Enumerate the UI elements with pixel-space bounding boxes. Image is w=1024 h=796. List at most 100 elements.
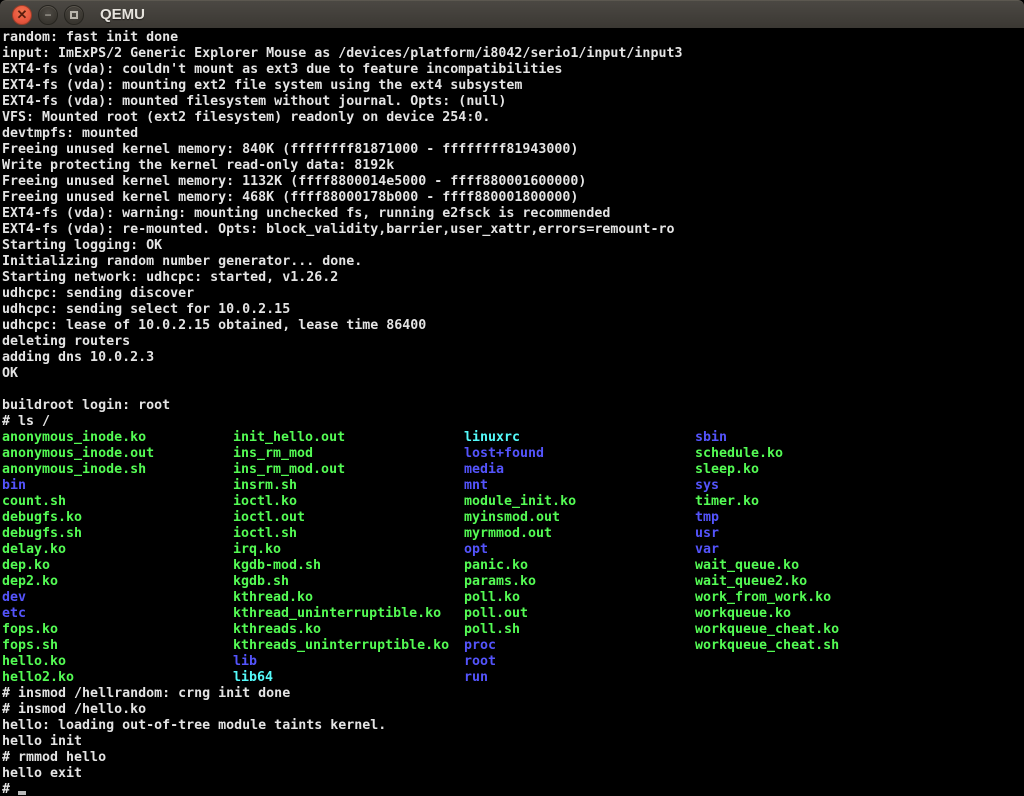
ls-entry-file: irq.ko [233,542,464,558]
maximize-icon [70,11,78,19]
terminal-line: Starting network: udhcpc: started, v1.26… [2,270,1024,286]
terminal-line: udhcpc: sending discover [2,286,1024,302]
terminal-line: EXT4-fs (vda): warning: mounting uncheck… [2,206,1024,222]
shell-log: # insmod /hellrandom: crng init done# in… [2,686,1024,782]
terminal-line [2,382,1024,398]
terminal-line: adding dns 10.0.2.3 [2,350,1024,366]
terminal-line: random: fast init done [2,30,1024,46]
ls-entry-file: workqueue.ko [695,606,839,622]
ls-entry-dir: run [464,670,695,686]
ls-entry-file: kgdb.sh [233,574,464,590]
ls-entry-file: fops.sh [2,638,233,654]
ls-entry-dir: usr [695,526,839,542]
minimize-button[interactable]: − [38,5,58,25]
terminal-line: deleting routers [2,334,1024,350]
ls-entry-file: ins_rm_mod.out [233,462,464,478]
terminal-line: input: ImExPS/2 Generic Explorer Mouse a… [2,46,1024,62]
terminal-line: udhcpc: sending select for 10.0.2.15 [2,302,1024,318]
ls-column: anonymous_inode.koanonymous_inode.outano… [2,430,233,686]
terminal-line: Write protecting the kernel read-only da… [2,158,1024,174]
ls-entry-dir: opt [464,542,695,558]
terminal-line: hello: loading out-of-tree module taints… [2,718,1024,734]
ls-entry-file: delay.ko [2,542,233,558]
ls-entry-file: schedule.ko [695,446,839,462]
ls-entry-file: sleep.ko [695,462,839,478]
ls-entry-file: myinsmod.out [464,510,695,526]
terminal-line: OK [2,366,1024,382]
terminal-line: Starting logging: OK [2,238,1024,254]
ls-entry-file: anonymous_inode.out [2,446,233,462]
ls-entry-file: ioctl.ko [233,494,464,510]
ls-entry-dir: var [695,542,839,558]
shell-prompt: # [2,782,18,796]
ls-entry-file: kthreads.ko [233,622,464,638]
qemu-window: ✕ − QEMU random: fast init doneinput: Im… [0,0,1024,796]
ls-entry-file: poll.ko [464,590,695,606]
ls-entry-file: module_init.ko [464,494,695,510]
terminal-line: Freeing unused kernel memory: 468K (ffff… [2,190,1024,206]
terminal-line: Initializing random number generator... … [2,254,1024,270]
terminal-line: hello exit [2,766,1024,782]
text-cursor [18,791,26,795]
terminal-screen[interactable]: random: fast init doneinput: ImExPS/2 Ge… [0,28,1024,796]
ls-entry-file: kgdb-mod.sh [233,558,464,574]
ls-entry-file: params.ko [464,574,695,590]
terminal-line: hello init [2,734,1024,750]
ls-entry-dir: tmp [695,510,839,526]
terminal-line: # rmmod hello [2,750,1024,766]
ls-entry-file: kthreads_uninterruptible.ko [233,638,464,654]
terminal-line: # insmod /hello.ko [2,702,1024,718]
terminal-line: EXT4-fs (vda): couldn't mount as ext3 du… [2,62,1024,78]
ls-entry-dir: proc [464,638,695,654]
ls-entry-file: timer.ko [695,494,839,510]
ls-entry-link: lib64 [233,670,464,686]
terminal-line: Freeing unused kernel memory: 1132K (fff… [2,174,1024,190]
terminal-line: Freeing unused kernel memory: 840K (ffff… [2,142,1024,158]
close-icon: ✕ [17,8,28,21]
ls-entry-file: init_hello.out [233,430,464,446]
prompt-line: # [2,782,1024,796]
terminal-line: # insmod /hellrandom: crng init done [2,686,1024,702]
ls-entry-file: wait_queue2.ko [695,574,839,590]
window-controls: ✕ − [0,5,84,25]
boot-log: random: fast init doneinput: ImExPS/2 Ge… [2,30,1024,430]
ls-entry-file: poll.sh [464,622,695,638]
ls-column: linuxrclost+foundmediamntmodule_init.kom… [464,430,695,686]
ls-entry-file: ins_rm_mod [233,446,464,462]
ls-entry-file: workqueue_cheat.sh [695,638,839,654]
close-button[interactable]: ✕ [12,5,32,25]
minimize-icon: − [44,9,51,21]
ls-entry-file: fops.ko [2,622,233,638]
ls-entry-file: anonymous_inode.ko [2,430,233,446]
ls-entry-link: linuxrc [464,430,695,446]
ls-entry-dir: sys [695,478,839,494]
terminal-line: VFS: Mounted root (ext2 filesystem) read… [2,110,1024,126]
terminal-line: udhcpc: lease of 10.0.2.15 obtained, lea… [2,318,1024,334]
ls-entry-file: myrmmod.out [464,526,695,542]
terminal-line: EXT4-fs (vda): re-mounted. Opts: block_v… [2,222,1024,238]
ls-entry-file: workqueue_cheat.ko [695,622,839,638]
maximize-button[interactable] [64,5,84,25]
terminal-line: # ls / [2,414,1024,430]
terminal-line: EXT4-fs (vda): mounted filesystem withou… [2,94,1024,110]
ls-entry-file: hello.ko [2,654,233,670]
ls-entry-dir: lib [233,654,464,670]
ls-entry-file: anonymous_inode.sh [2,462,233,478]
ls-entry-dir: dev [2,590,233,606]
ls-entry-dir: etc [2,606,233,622]
ls-entry-file: hello2.ko [2,670,233,686]
ls-entry-file: work_from_work.ko [695,590,839,606]
terminal-line: EXT4-fs (vda): mounting ext2 file system… [2,78,1024,94]
ls-entry-file: wait_queue.ko [695,558,839,574]
ls-entry-file: dep.ko [2,558,233,574]
ls-entry-file: kthread.ko [233,590,464,606]
ls-entry-dir: bin [2,478,233,494]
ls-entry-dir: mnt [464,478,695,494]
ls-entry-dir: media [464,462,695,478]
ls-entry-file: kthread_uninterruptible.ko [233,606,464,622]
ls-entry-file: debugfs.sh [2,526,233,542]
ls-entry-dir: sbin [695,430,839,446]
ls-entry-file: panic.ko [464,558,695,574]
titlebar: ✕ − QEMU [0,0,1024,28]
terminal-line: buildroot login: root [2,398,1024,414]
